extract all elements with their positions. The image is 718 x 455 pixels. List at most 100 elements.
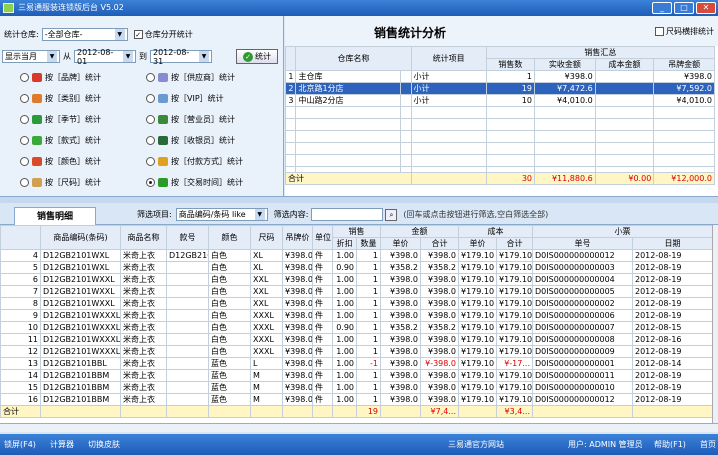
option-10[interactable]: 按［付款方式］统计 xyxy=(146,155,243,167)
cell-color: 蓝色 xyxy=(208,357,251,370)
chevron-down-icon: ▼ xyxy=(114,29,125,40)
vertical-scrollbar[interactable] xyxy=(712,225,718,423)
cell-cprice: ¥179.10 xyxy=(458,309,497,322)
minimize-button[interactable]: _ xyxy=(652,2,672,14)
cell-price: ¥358.2 xyxy=(380,321,421,334)
option-5[interactable]: 按［季节］统计 xyxy=(20,113,101,125)
summary-cell-name: 北京路1分店 xyxy=(295,82,402,95)
barcode-layout-toggle[interactable]: 尺码横排统计 xyxy=(655,26,714,37)
summary-panel: 销售统计分析 尺码横排统计 仓库名称 统计项目 销售汇总 销售数 实收金额 成本… xyxy=(284,16,718,196)
cell-sum: ¥398.0 xyxy=(420,369,459,382)
home-link[interactable]: 首页 xyxy=(700,434,716,455)
chevron-down-icon: ▼ xyxy=(123,51,133,62)
radio-button[interactable] xyxy=(146,135,155,145)
table-row[interactable]: 10 D12GB2101WXXXL 米奇上衣 白色 XXXL ¥398.0 件 0.90 1 ¥3… xyxy=(0,321,712,334)
radio-button[interactable] xyxy=(20,93,29,103)
option-2[interactable]: 按［供应商］统计 xyxy=(146,71,235,83)
option-6[interactable]: 按［营业员］统计 xyxy=(146,113,235,125)
close-button[interactable]: ✕ xyxy=(696,2,716,14)
radio-button[interactable] xyxy=(146,156,155,166)
help-link[interactable]: 帮助(F1) xyxy=(654,434,686,455)
maximize-button[interactable]: □ xyxy=(674,2,694,14)
cell-code: D12GB2101BBM xyxy=(40,393,121,406)
option-8[interactable]: 按［收银员］统计 xyxy=(146,134,235,146)
from-date-picker[interactable]: 2012-08-01 ▼ xyxy=(74,48,136,66)
cell-unit: 件 xyxy=(312,249,333,262)
stat-button[interactable]: ✓ 统计 xyxy=(236,49,278,64)
to-date-picker[interactable]: 2012-08-31 ▼ xyxy=(150,48,212,66)
filter-content-input[interactable] xyxy=(311,208,384,221)
cell-qty: -1 xyxy=(356,357,381,370)
table-row[interactable]: 4D12GB2101WXL米奇上衣D12GB2101白色XL¥398.0件1.0… xyxy=(0,249,712,262)
tab-sales-detail[interactable]: 销售明细 xyxy=(14,207,96,225)
cell-style xyxy=(166,357,209,370)
radio-button[interactable] xyxy=(20,156,29,166)
cell-size: M xyxy=(250,369,283,382)
filter-field-select[interactable]: 商品编码/条码 like ▼ xyxy=(175,208,268,221)
official-site-link[interactable]: 三易通官方网站 xyxy=(448,434,504,455)
cell-date: 2012-08-19 xyxy=(632,297,712,310)
table-row[interactable]: 16 D12GB2101BBM 米奇上衣 蓝色 M ¥398.0 件 1.00 1 ¥398.0 ¥… xyxy=(0,393,712,406)
option-label: 按［品牌］统计 xyxy=(45,72,101,82)
barcode-layout-checkbox[interactable] xyxy=(655,27,664,36)
option-12[interactable]: 按［交易时间］统计 xyxy=(146,176,243,188)
radio-button[interactable] xyxy=(146,114,155,124)
summary-row[interactable]: 3 中山路2分店 小计 10 ¥4,010.0 ¥4,010.0 xyxy=(284,94,715,107)
cell-no: 13 xyxy=(0,357,41,370)
option-9[interactable]: 按［颜色］统计 xyxy=(20,155,101,167)
horizontal-scrollbar[interactable] xyxy=(0,423,718,432)
option-11[interactable]: 按［尺码］统计 xyxy=(20,176,101,188)
warehouse-select[interactable]: -全部仓库- ▼ xyxy=(41,28,128,41)
radio-button[interactable] xyxy=(20,135,29,145)
lock-screen-link[interactable]: 锁屏(F4) xyxy=(4,434,36,455)
total-tag: ¥12,000.0 xyxy=(653,172,715,185)
summary-cell-no: 3 xyxy=(284,94,297,107)
calculator-link[interactable]: 计算器 xyxy=(50,434,74,455)
radio-button[interactable] xyxy=(146,177,155,187)
cell-date: 2012-08-19 xyxy=(632,345,712,358)
radio-button[interactable] xyxy=(20,114,29,124)
splitter[interactable] xyxy=(0,196,718,203)
split-checkbox[interactable]: ✓ xyxy=(133,30,143,39)
table-row[interactable]: 13 D12GB2101BBL 米奇上衣 蓝色 L ¥398.0 件 1.00 -1 ¥398.0… xyxy=(0,357,712,370)
cell-disc: 1.00 xyxy=(332,333,357,346)
table-row[interactable]: 7 D12GB2101WXXL 米奇上衣 白色 XXL ¥398.0 件 1.00 1 ¥398.… xyxy=(0,285,712,298)
option-7[interactable]: 按［款式］统计 xyxy=(20,134,101,146)
radio-button[interactable] xyxy=(20,72,29,82)
cell-no: 7 xyxy=(0,285,41,298)
summary-row[interactable]: 1 主仓库 小计 1 ¥398.0 ¥398.0 xyxy=(284,70,715,83)
cell-unit: 件 xyxy=(312,297,333,310)
cell-style xyxy=(166,285,209,298)
table-row[interactable]: 6 D12GB2101WXXL 米奇上衣 白色 XXL ¥398.0 件 1.00 1 ¥398.… xyxy=(0,273,712,286)
option-1[interactable]: 按［品牌］统计 xyxy=(20,71,101,83)
table-row[interactable]: 5 D12GB2101WXL 米奇上衣 白色 XL ¥398.0 件 0.90 1 ¥358.2 ¥… xyxy=(0,261,712,274)
detail-header-csum: 合计 xyxy=(496,237,533,250)
summary-cell-qty: 10 xyxy=(485,94,535,107)
table-row[interactable]: 11 D12GB2101WXXXL 米奇上衣 白色 XXXL ¥398.0 件 1.00 1 ¥3… xyxy=(0,333,712,346)
summary-row[interactable]: 2 北京路1分店 小计 19 ¥7,472.6 ¥7,592.0 xyxy=(284,82,715,95)
summary-title: 销售统计分析 xyxy=(373,26,446,40)
table-row[interactable]: 15 D12GB2101BBM 米奇上衣 蓝色 M ¥398.0 件 1.00 1 ¥398.0 ¥… xyxy=(0,381,712,394)
cell-csum: ¥179.10 xyxy=(496,261,533,274)
option-4[interactable]: 按［VIP］统计 xyxy=(146,92,224,104)
search-icon[interactable]: ⌕ xyxy=(385,208,398,221)
period-select[interactable]: 显示当月 ▼ xyxy=(2,50,60,63)
cell-sum: ¥358.2 xyxy=(420,321,459,334)
period-value: 显示当月 xyxy=(5,52,37,61)
cell-price: ¥358.2 xyxy=(380,261,421,274)
radio-button[interactable] xyxy=(20,177,29,187)
radio-button[interactable] xyxy=(146,72,155,82)
table-row[interactable]: 12 D12GB2101WXXXL 米奇上衣 白色 XXXL ¥398.0 件 1.00 1 ¥3… xyxy=(0,345,712,358)
cell-color: 蓝色 xyxy=(208,369,251,382)
radio-button[interactable] xyxy=(146,93,155,103)
table-row[interactable]: 14 D12GB2101BBM 米奇上衣 蓝色 M ¥398.0 件 1.00 1 ¥398.0 ¥… xyxy=(0,369,712,382)
table-row[interactable]: 8 D12GB2101WXXL 米奇上衣 白色 XXL ¥398.0 件 1.00 1 ¥398.… xyxy=(0,297,712,310)
option-label: 按［供应商］统计 xyxy=(171,72,235,82)
switch-skin-link[interactable]: 切换皮肤 xyxy=(88,434,120,455)
detail-header-sum: 合计 xyxy=(420,237,459,250)
cell-price: ¥398.0 xyxy=(380,249,421,262)
option-3[interactable]: 按［类别］统计 xyxy=(20,92,101,104)
cell-date: 2012-08-16 xyxy=(632,333,712,346)
table-row[interactable]: 9 D12GB2101WXXXL 米奇上衣 白色 XXXL ¥398.0 件 1.00 1 ¥39… xyxy=(0,309,712,322)
cell-sum: ¥398.0 xyxy=(420,333,459,346)
